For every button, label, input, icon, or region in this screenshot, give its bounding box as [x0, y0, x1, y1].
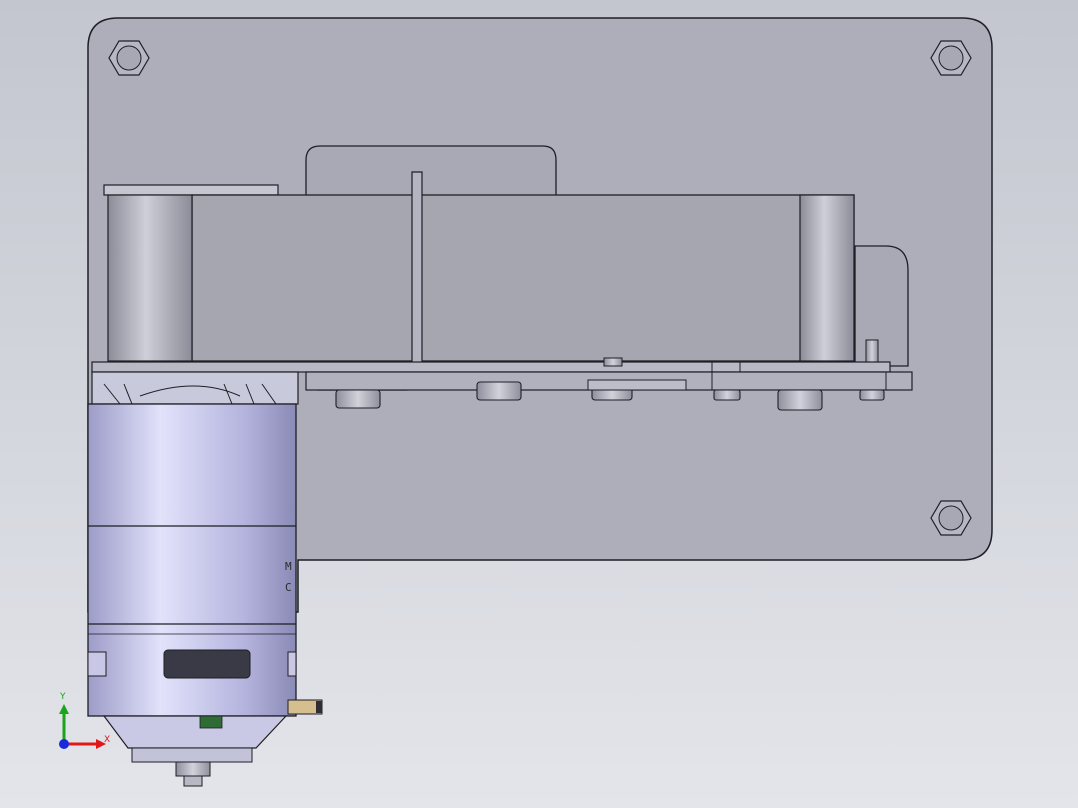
bolt-head-2 [476, 381, 522, 401]
motor-cooling-slot [163, 649, 251, 679]
tensioner-tab-top [305, 145, 557, 195]
motor-label-line1: M [285, 560, 292, 573]
motor-mount-ring [91, 371, 299, 405]
nut-small [603, 357, 623, 367]
bolt-head-4 [713, 389, 741, 401]
tensioner-tab-right [854, 245, 909, 367]
cad-model-drawing: M C X Y [0, 0, 1078, 808]
triad-x-label: X [104, 735, 110, 745]
motor-end-cap [102, 715, 288, 749]
bolt-head-5 [777, 389, 823, 411]
timing-belt [191, 194, 855, 362]
left-pulley-hub [107, 194, 193, 362]
motor-shaft-collar [131, 747, 253, 763]
cad-viewport[interactable]: M C X Y [0, 0, 1078, 808]
motor-terminal-tip [316, 701, 322, 713]
bolt-head-1 [335, 389, 381, 409]
right-pulley-hub [799, 194, 855, 362]
bolt-head-6 [859, 389, 885, 401]
motor-label-line2: C [285, 581, 292, 594]
locating-pin [865, 339, 879, 363]
motor-marker [199, 715, 223, 729]
left-pulley-top-flange [103, 184, 279, 196]
triad-y-label: Y [59, 692, 66, 702]
base-rail-upper [91, 361, 891, 373]
motor-shaft-tip [183, 775, 203, 787]
motor-cooling-slot-right [287, 651, 297, 677]
motor-shaft [175, 761, 211, 777]
motor-cooling-slot-left [87, 651, 107, 677]
washer-1 [587, 379, 687, 391]
